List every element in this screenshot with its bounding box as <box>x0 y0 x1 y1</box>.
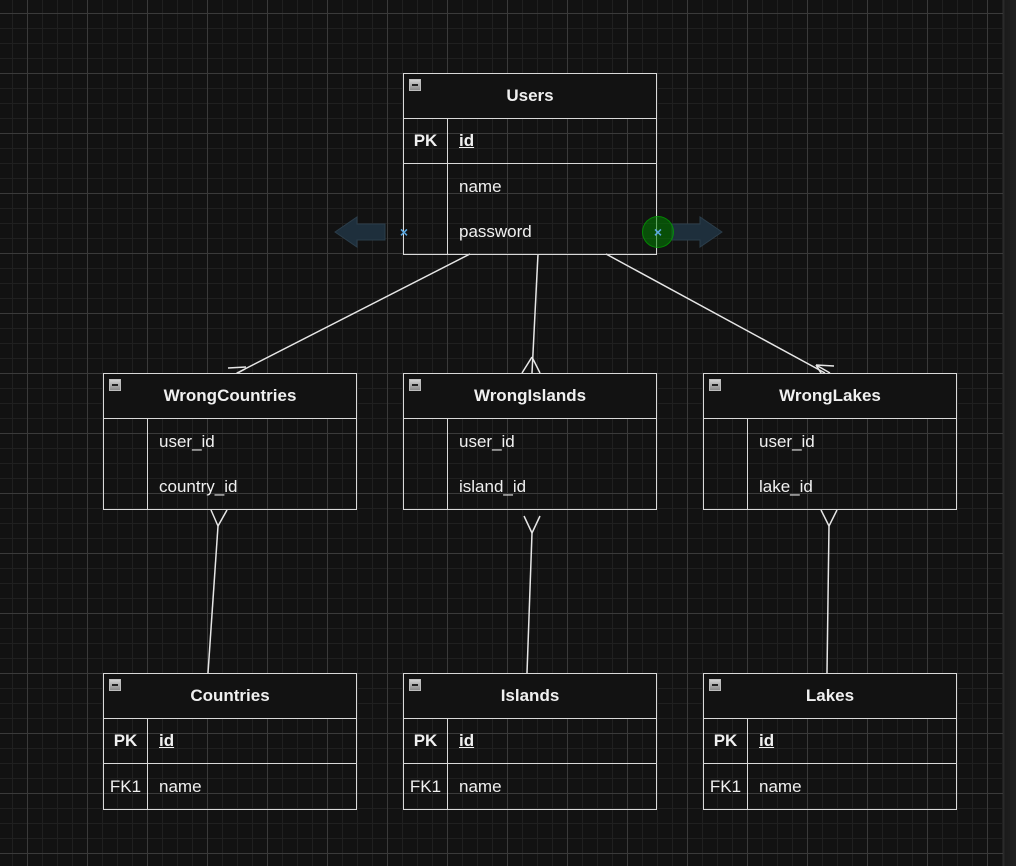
crows-foot-icon <box>523 515 533 534</box>
collapse-icon[interactable] <box>409 379 421 391</box>
key-label <box>404 419 448 464</box>
table-row[interactable]: country_id <box>104 464 356 509</box>
field-name: id <box>459 131 475 150</box>
collapse-icon[interactable] <box>109 679 121 691</box>
field-name: user_id <box>159 431 215 451</box>
key-label <box>704 464 748 509</box>
table-row[interactable]: FK1 name <box>104 764 356 809</box>
collapse-icon[interactable] <box>409 679 421 691</box>
key-label <box>104 464 148 509</box>
table-islands[interactable]: Islands PK id FK1 name <box>403 673 657 810</box>
table-wrongcountries[interactable]: WrongCountries user_id country_id <box>103 373 357 510</box>
key-label: FK1 <box>704 764 748 809</box>
key-label <box>404 464 448 509</box>
key-label: PK <box>404 719 448 763</box>
key-label: PK <box>404 119 448 163</box>
table-row[interactable]: user_id <box>404 419 656 464</box>
table-header[interactable]: WrongCountries <box>104 374 356 419</box>
crows-foot-icon <box>521 356 533 374</box>
field-name: island_id <box>459 476 527 496</box>
table-header[interactable]: WrongIslands <box>404 374 656 419</box>
table-row[interactable]: lake_id <box>704 464 956 509</box>
key-label: FK1 <box>404 764 448 809</box>
table-title: Users <box>506 86 554 105</box>
table-row[interactable]: user_id <box>704 419 956 464</box>
table-title: Lakes <box>805 686 855 705</box>
edge-islands-wrongislands[interactable] <box>523 515 541 674</box>
table-row[interactable]: user_id <box>104 419 356 464</box>
field-name: password <box>459 221 532 241</box>
table-title: WrongLakes <box>779 386 881 405</box>
table-header[interactable]: Islands <box>404 674 656 719</box>
side-panel-edge <box>1003 0 1016 866</box>
edge-users-wronglakes[interactable] <box>605 253 835 382</box>
field-name: id <box>759 731 775 750</box>
table-row[interactable]: name <box>404 164 656 209</box>
key-label: PK <box>104 719 148 763</box>
table-header[interactable]: Lakes <box>704 674 956 719</box>
table-header[interactable]: Users <box>404 74 656 119</box>
collapse-icon[interactable] <box>709 679 721 691</box>
crows-foot-icon <box>210 509 219 527</box>
field-name: country_id <box>159 476 238 496</box>
edge-lakes-wronglakes[interactable] <box>820 509 838 674</box>
edge-users-wrongcountries[interactable] <box>227 253 471 383</box>
edge-users-wrongislands[interactable] <box>521 253 541 374</box>
arrow-right-icon[interactable] <box>671 216 723 248</box>
table-header[interactable]: Countries <box>104 674 356 719</box>
table-wrongislands[interactable]: WrongIslands user_id island_id <box>403 373 657 510</box>
field-name: user_id <box>759 431 815 451</box>
field-name: name <box>459 776 502 796</box>
table-row[interactable]: PK id <box>404 719 656 764</box>
table-row[interactable]: PK id <box>404 119 656 164</box>
table-row[interactable]: FK1 name <box>404 764 656 809</box>
table-row[interactable]: island_id <box>404 464 656 509</box>
table-title: WrongCountries <box>163 386 297 405</box>
key-label <box>404 164 448 209</box>
edge-countries-wrongcountries[interactable] <box>207 509 228 674</box>
collapse-icon[interactable] <box>409 79 421 91</box>
field-name: name <box>759 776 802 796</box>
x-connection-icon[interactable]: × <box>397 225 411 239</box>
crows-foot-icon <box>820 509 830 527</box>
arrow-left-icon[interactable] <box>334 216 386 248</box>
collapse-icon[interactable] <box>109 379 121 391</box>
table-wronglakes[interactable]: WrongLakes user_id lake_id <box>703 373 957 510</box>
table-row[interactable]: password <box>404 209 656 254</box>
field-name: id <box>159 731 175 750</box>
table-title: Countries <box>190 686 270 705</box>
table-header[interactable]: WrongLakes <box>704 374 956 419</box>
table-row[interactable]: PK id <box>104 719 356 764</box>
key-label <box>104 419 148 464</box>
field-name: lake_id <box>759 476 813 496</box>
table-countries[interactable]: Countries PK id FK1 name <box>103 673 357 810</box>
field-name: name <box>459 176 502 196</box>
key-label <box>704 419 748 464</box>
table-lakes[interactable]: Lakes PK id FK1 name <box>703 673 957 810</box>
field-name: id <box>459 731 475 750</box>
field-name: user_id <box>459 431 515 451</box>
key-label: FK1 <box>104 764 148 809</box>
key-label: PK <box>704 719 748 763</box>
table-title: WrongIslands <box>473 386 587 405</box>
table-row[interactable]: PK id <box>704 719 956 764</box>
table-row[interactable]: FK1 name <box>704 764 956 809</box>
collapse-icon[interactable] <box>709 379 721 391</box>
x-connection-icon[interactable]: × <box>651 225 665 239</box>
table-users[interactable]: Users PK id name password <box>403 73 657 255</box>
table-title: Islands <box>500 686 560 705</box>
field-name: name <box>159 776 202 796</box>
